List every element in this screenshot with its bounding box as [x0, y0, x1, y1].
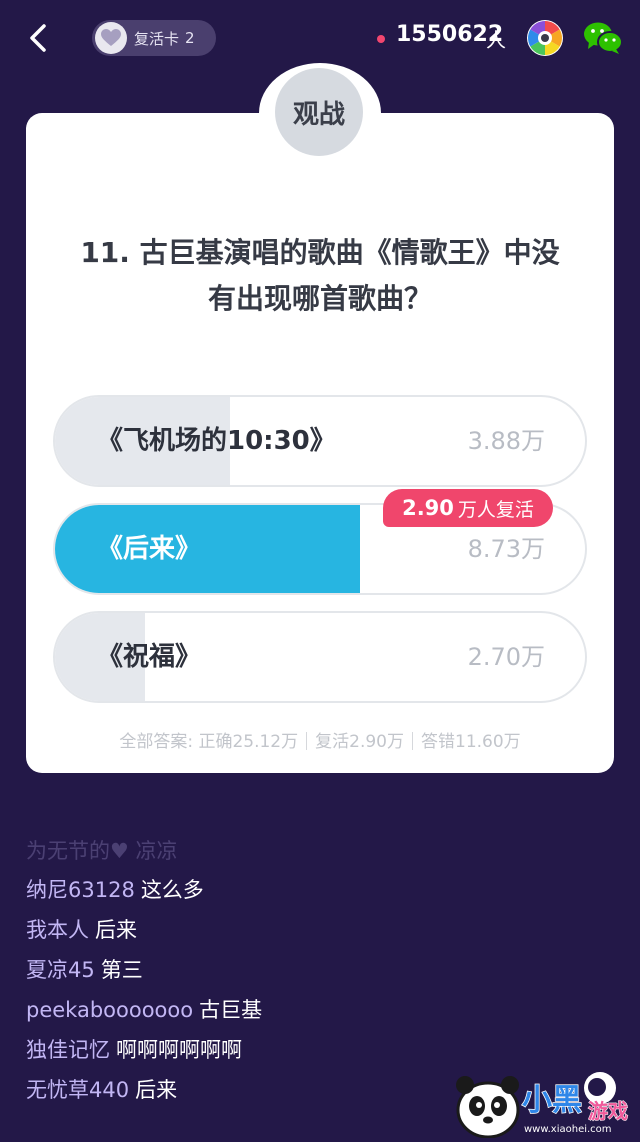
- comment-item: peekabooooooo 古巨基: [26, 990, 626, 1030]
- comment-user: peekabooooooo: [26, 998, 194, 1022]
- question-line-2: 有出现哪首歌曲？: [207, 282, 432, 315]
- comment-item: 独佳记忆 啊啊啊啊啊啊: [26, 1030, 626, 1070]
- comment-text: 这么多: [140, 878, 204, 902]
- comment-user: 无忧草440: [26, 1078, 130, 1102]
- spectate-badge: 观战: [275, 68, 363, 156]
- svg-text:游戏: 游戏: [588, 1099, 628, 1123]
- svg-text:小黑: 小黑: [522, 1083, 582, 1118]
- summary-divider: [306, 732, 308, 750]
- revive-count-badge: 2.90 万人复活: [383, 489, 553, 527]
- watermark-logo: 小黑 游戏 www.xiaohei.com: [450, 1068, 640, 1139]
- viewer-unit: 人: [486, 28, 506, 52]
- summary-divider: [412, 732, 413, 750]
- panda-logo-icon: 小黑 游戏 www.xiaohei.com: [456, 1072, 629, 1139]
- camera-aperture-icon: [527, 20, 563, 56]
- comment-text: 啊啊啊啊啊啊: [116, 1038, 242, 1062]
- answer-option-1-count: 3.88万: [467, 427, 545, 455]
- answer-option-3[interactable]: 《祝福》 2.70万: [53, 611, 587, 703]
- comment-text: 古巨基: [199, 998, 263, 1022]
- summary-wrong: 答错11.60万: [421, 732, 521, 752]
- comment-item: 纳尼63128 这么多: [26, 870, 626, 910]
- comment-text: 第三: [100, 958, 143, 982]
- wechat-icon: [584, 22, 623, 54]
- comment-text: 后来: [95, 918, 137, 942]
- summary-correct: 全部答案: 正确25.12万: [119, 732, 299, 752]
- comment-faded-text: 为无节的♥ 凉凉: [26, 840, 178, 863]
- answer-option-2-label: 《后来》: [97, 534, 202, 564]
- comment-text: 后来: [135, 1078, 178, 1102]
- wechat-share-button[interactable]: [583, 20, 623, 56]
- revive-card-pill[interactable]: 复活卡 2: [92, 20, 216, 56]
- summary-revived: 复活2.90万: [315, 732, 404, 752]
- comment-user: 纳尼63128: [26, 878, 135, 902]
- comment-user: 夏凉45: [26, 958, 95, 982]
- comment-item: 我本人 后来: [26, 910, 626, 950]
- live-dot-icon: [377, 35, 385, 43]
- svg-text:www.xiaohei.com: www.xiaohei.com: [524, 1124, 612, 1135]
- answer-summary: 全部答案: 正确25.12万 复活2.90万 答错11.60万: [26, 727, 614, 752]
- comment-user: 独佳记忆: [26, 1038, 110, 1062]
- comment-user: 我本人: [26, 918, 89, 942]
- revive-badge-text: 万人复活: [457, 498, 534, 521]
- answer-option-1-label: 《飞机场的10:30》: [97, 426, 336, 456]
- revive-card-label: 复活卡: [134, 29, 180, 48]
- revive-card-count: 2: [185, 29, 195, 47]
- answer-option-3-count: 2.70万: [467, 643, 545, 671]
- answer-option-3-label: 《祝福》: [97, 642, 202, 672]
- revive-badge-number: 2.90: [402, 496, 454, 520]
- back-button[interactable]: [22, 20, 58, 56]
- camera-button[interactable]: [526, 19, 564, 57]
- question-text: 11. 古巨基演唱的歌曲《情歌王》中没 有出现哪首歌曲？: [40, 230, 600, 322]
- comment-item: 夏凉45 第三: [26, 950, 626, 990]
- question-line-1: 11. 古巨基演唱的歌曲《情歌王》中没: [80, 236, 560, 269]
- comment-faded: 为无节的♥ 凉凉: [26, 840, 626, 870]
- heart-icon: [95, 22, 127, 54]
- answer-option-1[interactable]: 《飞机场的10:30》 3.88万: [53, 395, 587, 487]
- chevron-left-icon: [30, 24, 46, 52]
